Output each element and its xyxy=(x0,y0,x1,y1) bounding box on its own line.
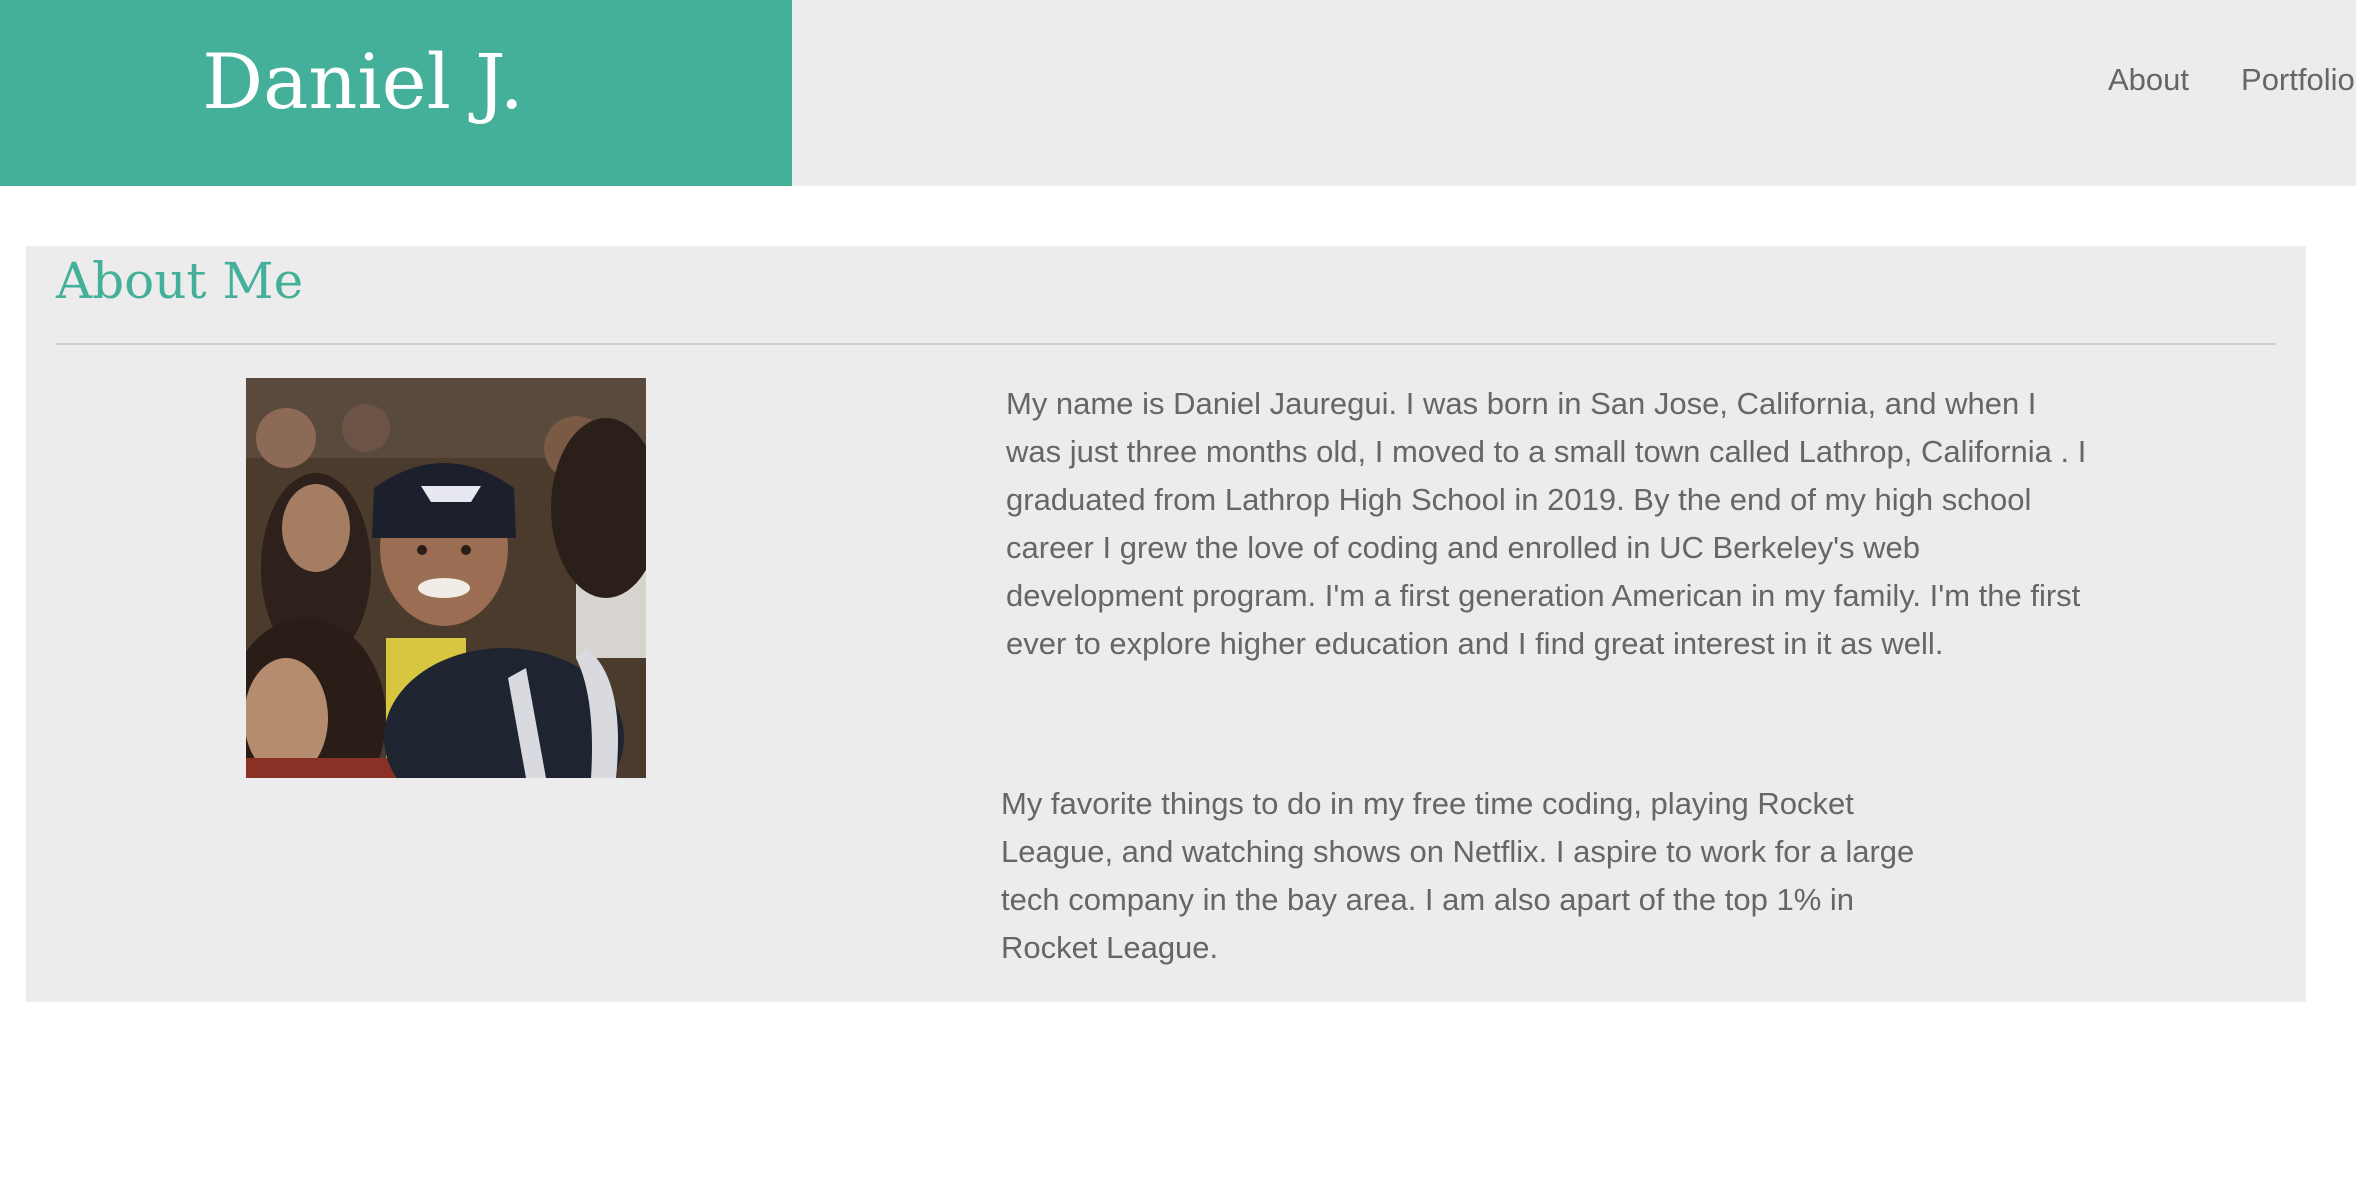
bio-paragraph-2: My favorite things to do in my free time… xyxy=(1001,786,1915,965)
brand-name[interactable]: Daniel J. xyxy=(0,34,726,130)
section-divider xyxy=(56,343,2276,345)
main-nav: About Portfolio xyxy=(2108,60,2356,100)
bio-paragraph-1: My name is Daniel Jauregui. I was born i… xyxy=(1006,386,2087,661)
nav-link-about[interactable]: About xyxy=(2108,60,2189,100)
profile-photo xyxy=(246,378,646,778)
section-title: About Me xyxy=(56,252,304,310)
brand-block[interactable]: Daniel J. xyxy=(0,0,792,186)
nav-link-portfolio[interactable]: Portfolio xyxy=(2241,60,2355,100)
site-header: Daniel J. About Portfolio xyxy=(0,0,2356,186)
about-section: About Me My name is Daniel Jauregui. I w… xyxy=(26,246,2306,1002)
